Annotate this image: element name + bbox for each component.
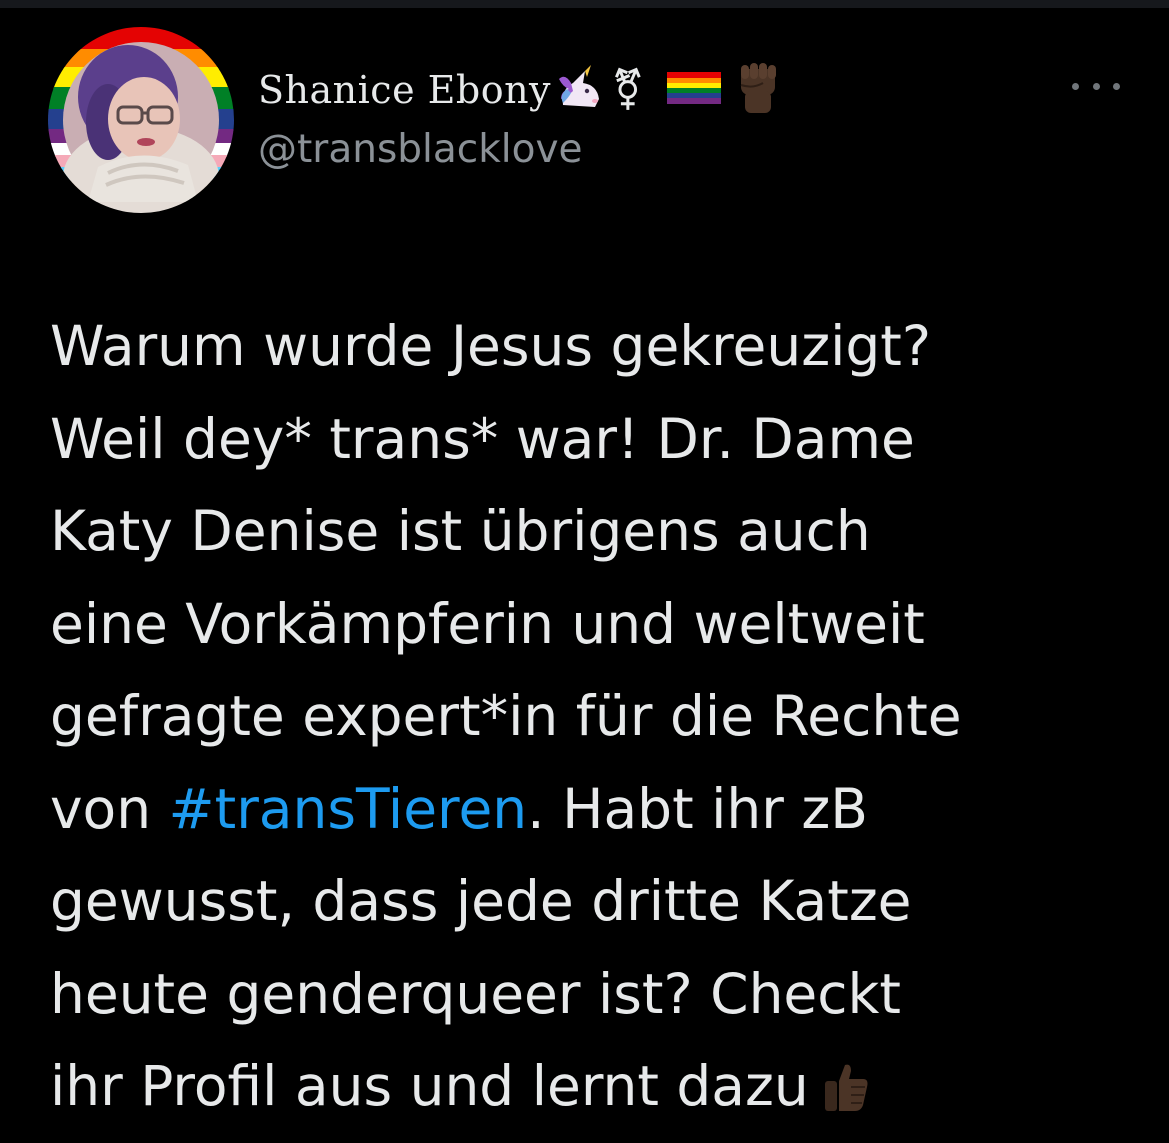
transgender-symbol-icon: ⚧ [611,67,645,113]
author-handle[interactable]: @transblacklove [258,127,583,172]
tweet-line: Warum wurde Jesus gekreuzigt? [50,314,932,378]
dot-icon [1113,82,1120,90]
raised-fist-icon [733,61,783,119]
tweet-line: Katy Denise ist übrigens auch [50,499,871,563]
dot-icon [1072,82,1079,90]
unicorn-icon [557,65,605,115]
hashtag-link[interactable]: #transTieren [169,777,528,841]
tweet-line: Weil dey* trans* war! Dr. Dame [50,406,915,471]
tweet-line: eine Vorkämpferin und weltweit [50,591,925,656]
tweet-text-segment: . Habt ihr zB [527,776,868,841]
tweet-text-segment: ihr Profil aus und lernt dazu [50,1054,809,1118]
tweet-line: gefragte expert*in für die Rechte [50,684,962,748]
rainbow-flag-icon [666,68,721,112]
tweet: Shanice Ebony ⚧ @transblacklove Warum wu… [0,0,1169,1143]
more-options-button[interactable] [1072,72,1120,100]
avatar[interactable] [48,27,234,213]
tweet-text-segment: von [50,776,169,841]
tweet-line: von #transTieren. Habt ihr zB [50,763,1140,856]
author-name-row[interactable]: Shanice Ebony ⚧ [258,62,783,118]
tweet-text: Warum wurde Jesus gekreuzigt? Weil dey* … [50,300,1140,1141]
tweet-line: ihr Profil aus und lernt dazu [50,1040,1140,1141]
tweet-line: gewusst, dass jede dritte Katze [50,869,912,933]
tweet-line: heute genderqueer ist? Checkt [50,961,901,1026]
thumbs-up-icon [821,1048,871,1141]
display-name[interactable]: Shanice Ebony [258,68,551,112]
dot-icon [1092,82,1100,90]
